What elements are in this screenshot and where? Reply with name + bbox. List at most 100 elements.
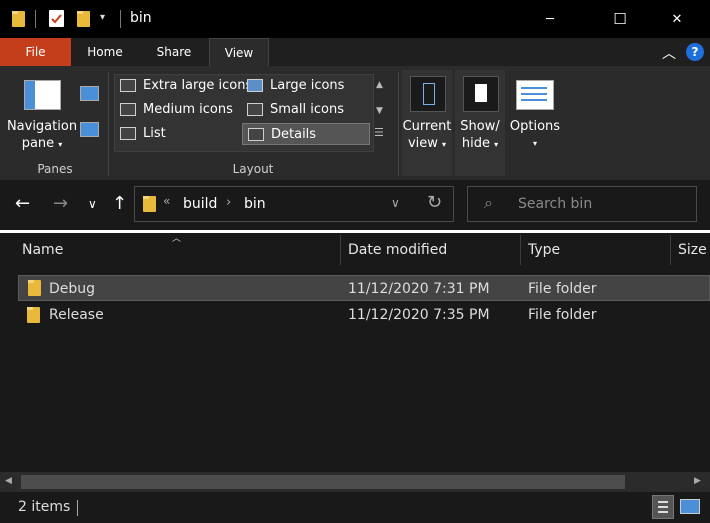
ribbon: Navigation pane ▾ Panes Extra large icon…: [0, 66, 710, 181]
folder-icon: [28, 280, 41, 296]
forward-arrow-icon[interactable]: →: [53, 193, 68, 214]
details-view-icon[interactable]: [652, 495, 674, 519]
divider: [398, 72, 399, 176]
chevron-down-icon: ▾: [58, 140, 63, 149]
folder-icon: [27, 307, 40, 323]
status-bar: 2 items: [0, 492, 710, 523]
refresh-icon[interactable]: ↻: [427, 192, 442, 213]
title-bar: ▾ bin ─ ☐ ✕: [0, 0, 710, 38]
up-arrow-icon[interactable]: ↑: [112, 193, 127, 214]
search-placeholder: Search bin: [518, 196, 593, 212]
ribbon-tabs: File Home Share View ︿ ?: [0, 38, 710, 66]
breadcrumb-bin[interactable]: bin: [244, 196, 266, 212]
address-history-icon[interactable]: ∨: [391, 196, 400, 210]
show-hide-label-1: Show/: [460, 119, 500, 134]
layout-item-label: Large icons: [270, 78, 345, 93]
file-name: Debug: [49, 281, 96, 297]
navigation-bar: ← → ∨ ↑ « build › bin ∨ ↻ ⌕ Search bin: [0, 180, 710, 228]
minimize-button[interactable]: ─: [527, 0, 573, 38]
scrollbar-thumb[interactable]: [21, 475, 625, 489]
overflow-icon[interactable]: «: [163, 194, 170, 208]
layout-details[interactable]: Details: [242, 123, 370, 145]
maximize-button[interactable]: ☐: [597, 0, 643, 38]
extra-large-icons-icon: [120, 79, 136, 92]
layout-gallery: Extra large icons Large icons Medium ico…: [114, 74, 374, 152]
window-title: bin: [130, 10, 152, 26]
table-row[interactable]: Debug 11/12/2020 7:31 PM File folder: [18, 275, 710, 301]
collapse-ribbon-icon[interactable]: ︿: [662, 43, 676, 63]
file-type: File folder: [528, 307, 597, 323]
file-name: Release: [49, 307, 104, 323]
navigation-pane-label-1: Navigation: [6, 119, 78, 134]
search-box[interactable]: ⌕ Search bin: [467, 186, 697, 222]
chevron-right-icon: ›: [226, 195, 232, 210]
column-type[interactable]: Type: [521, 233, 671, 267]
close-button[interactable]: ✕: [654, 0, 700, 38]
layout-small-icons[interactable]: Small icons: [242, 99, 370, 121]
navigation-pane-label-2: pane: [21, 136, 55, 151]
layout-item-label: Medium icons: [143, 102, 233, 117]
large-icons-view-icon[interactable]: [680, 499, 700, 514]
navigation-pane-icon[interactable]: [24, 80, 61, 110]
new-folder-icon[interactable]: [77, 11, 90, 27]
divider: [120, 10, 121, 28]
horizontal-scrollbar[interactable]: ◀ ▶: [0, 472, 710, 492]
chevron-down-icon: ▾: [532, 139, 537, 148]
chevron-down-icon: ▾: [494, 140, 499, 149]
current-view-label-2: view: [407, 136, 438, 151]
current-view-label-1: Current: [402, 119, 452, 134]
small-icons-icon: [247, 103, 263, 116]
scroll-right-icon[interactable]: ▶: [694, 476, 701, 486]
breadcrumb-build[interactable]: build: [183, 196, 217, 212]
search-icon: ⌕: [484, 193, 493, 212]
medium-icons-icon: [120, 103, 136, 116]
panes-group-label: Panes: [37, 162, 73, 176]
back-arrow-icon[interactable]: ←: [15, 193, 30, 214]
file-date: 11/12/2020 7:35 PM: [348, 307, 490, 323]
gallery-scroll-up-icon[interactable]: ▲: [376, 80, 383, 90]
file-type: File folder: [528, 281, 597, 297]
column-name[interactable]: Name: [15, 233, 341, 267]
options-button[interactable]: Options ▾: [507, 70, 563, 176]
current-view-icon: [410, 76, 446, 112]
show-hide-button[interactable]: Show/ hide ▾: [455, 70, 505, 176]
large-icons-icon: [247, 79, 263, 92]
tab-home[interactable]: Home: [71, 38, 139, 66]
column-size[interactable]: Size: [671, 233, 710, 267]
tab-view[interactable]: View: [209, 38, 269, 66]
tab-share[interactable]: Share: [139, 38, 209, 66]
gallery-expand-icon[interactable]: ☰: [374, 126, 384, 139]
layout-large-icons[interactable]: Large icons: [242, 75, 370, 97]
layout-item-label: Small icons: [270, 102, 344, 117]
divider: [77, 500, 78, 516]
properties-icon[interactable]: [49, 10, 64, 27]
file-date: 11/12/2020 7:31 PM: [348, 281, 490, 297]
scroll-left-icon[interactable]: ◀: [5, 476, 12, 486]
customize-toolbar-icon[interactable]: ▾: [100, 12, 105, 23]
layout-item-label: Extra large icons: [143, 78, 253, 93]
current-view-button[interactable]: Current view ▾: [402, 70, 452, 176]
tab-file[interactable]: File: [0, 38, 71, 66]
help-icon[interactable]: ?: [686, 43, 704, 61]
folder-icon: [12, 11, 25, 27]
divider: [35, 10, 36, 28]
layout-group-label: Layout: [232, 162, 274, 176]
list-icon: [120, 127, 136, 140]
details-icon: [248, 128, 264, 141]
gallery-scroll-down-icon[interactable]: ▼: [376, 106, 383, 116]
table-row[interactable]: Release 11/12/2020 7:35 PM File folder: [18, 302, 710, 328]
navigation-pane-button[interactable]: Navigation pane ▾: [6, 118, 78, 153]
show-hide-label-2: hide: [461, 136, 490, 151]
item-count: 2 items: [18, 499, 71, 515]
chevron-down-icon: ▾: [442, 140, 447, 149]
column-date-modified[interactable]: Date modified: [341, 233, 521, 267]
options-icon: [516, 80, 554, 110]
address-bar[interactable]: « build › bin ∨ ↻: [134, 186, 454, 222]
recent-locations-icon[interactable]: ∨: [88, 197, 97, 211]
folder-icon: [143, 196, 156, 212]
details-pane-icon[interactable]: [80, 122, 99, 137]
preview-pane-icon[interactable]: [80, 86, 99, 101]
divider: [108, 72, 109, 176]
layout-item-label: Details: [271, 127, 317, 142]
options-label: Options: [509, 119, 561, 134]
